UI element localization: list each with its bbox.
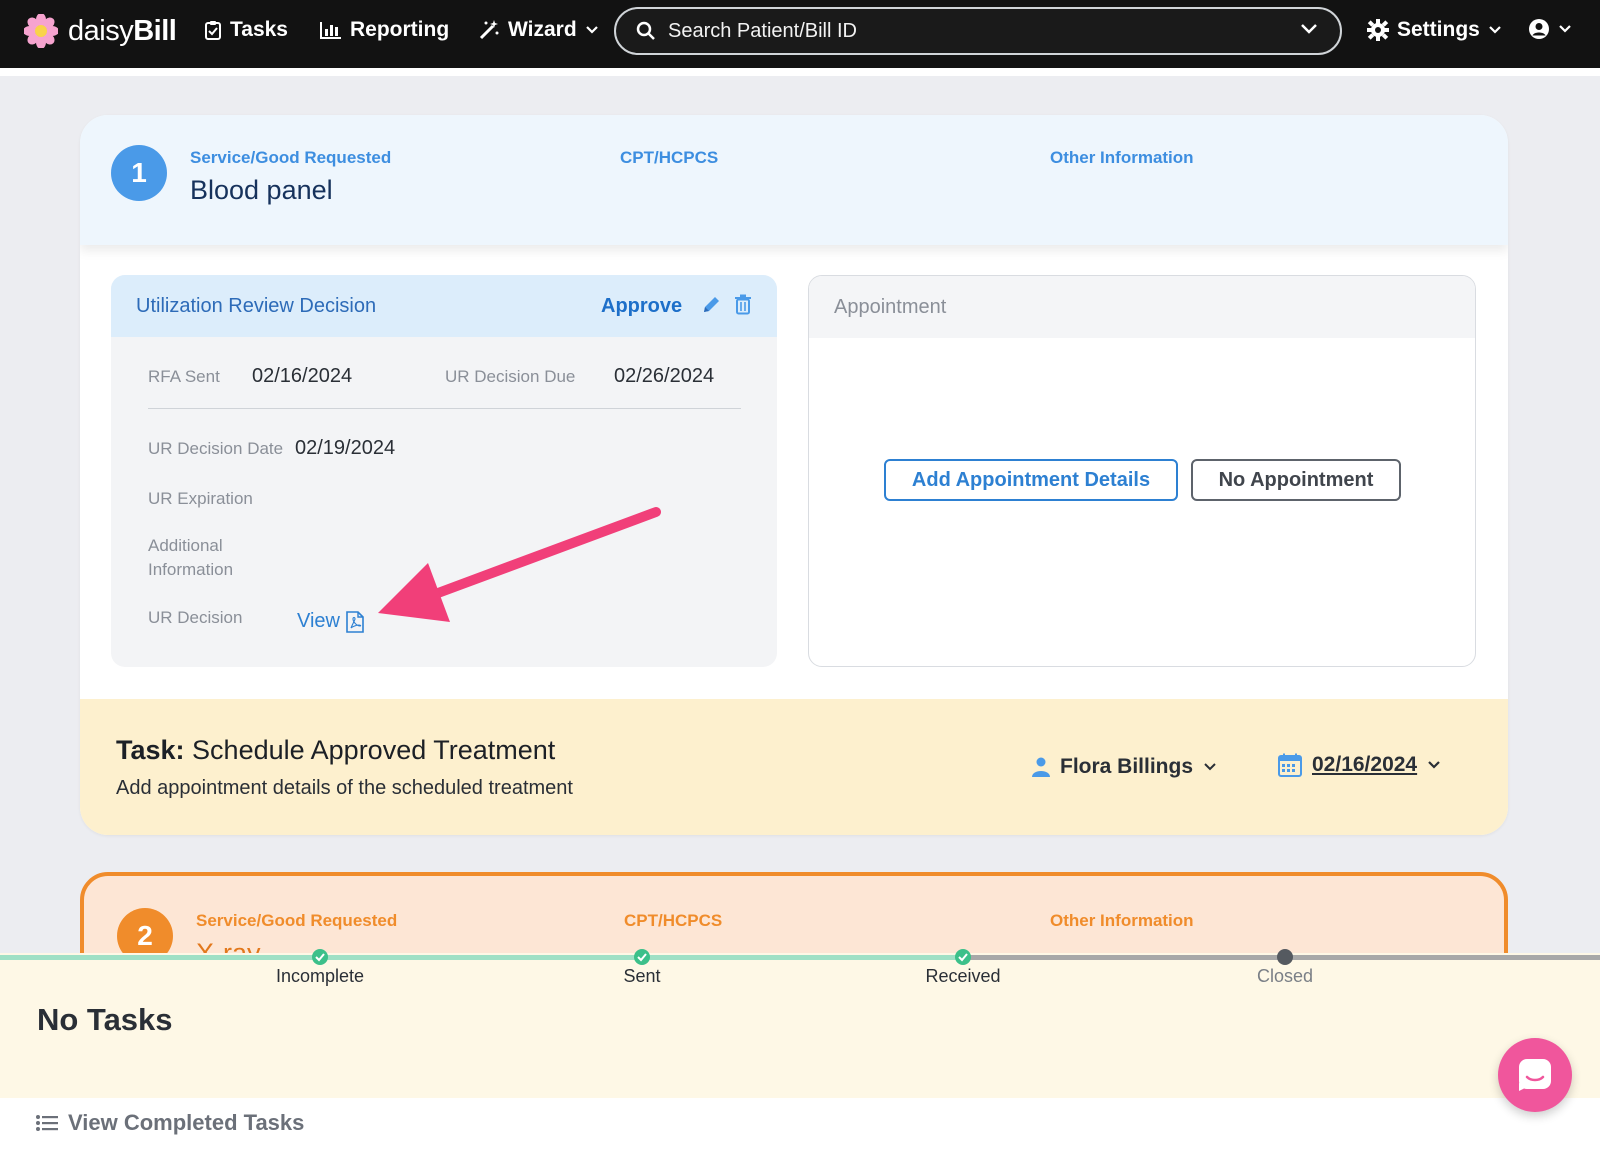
ur-divider xyxy=(148,408,741,409)
rfa-sent-label: RFA Sent xyxy=(148,367,220,386)
task-description: Add appointment details of the scheduled… xyxy=(116,777,573,799)
no-tasks-heading: No Tasks xyxy=(37,1002,173,1037)
ur-decision-date-label: UR Decision Date xyxy=(148,439,284,458)
step-label: Incomplete xyxy=(275,966,365,986)
cpt-hcpcs-label: CPT/HCPCS xyxy=(624,911,723,930)
task-title: Task: Schedule Approved Treatment xyxy=(116,735,555,766)
ur-expiration-label: UR Expiration xyxy=(148,489,253,508)
user-circle-icon xyxy=(1529,19,1549,39)
ur-decision-due-value: 02/26/2024 xyxy=(614,365,715,387)
task-prefix: Task: xyxy=(116,735,185,765)
daisy-flower-icon xyxy=(23,13,59,49)
top-navbar: daisyBill Tasks Reporting Wizard Setting… xyxy=(0,0,1600,68)
step-sent-check-icon xyxy=(634,949,650,965)
view-completed-tasks-label: View Completed Tasks xyxy=(68,1110,305,1135)
task-name: Schedule Approved Treatment xyxy=(192,735,556,765)
bar-chart-icon xyxy=(320,22,341,39)
view-ur-decision-link[interactable]: View xyxy=(297,610,364,633)
task-band: Task: Schedule Approved Treatment Add ap… xyxy=(80,699,1508,835)
task-due-date-dropdown[interactable]: 02/16/2024 xyxy=(1278,753,1441,777)
nav-reporting[interactable]: Reporting xyxy=(320,18,449,42)
task-due-date-value: 02/16/2024 xyxy=(1312,753,1418,776)
ur-panel-header: Utilization Review Decision Approve xyxy=(111,275,777,337)
user-icon xyxy=(1032,757,1050,777)
ur-decision-date-value: 02/19/2024 xyxy=(295,437,396,459)
view-link-label: View xyxy=(297,610,340,632)
pencil-icon xyxy=(704,297,719,312)
pdf-file-icon xyxy=(346,610,364,633)
magic-wand-icon xyxy=(479,20,499,40)
progress-track-complete xyxy=(0,955,963,960)
trash-icon xyxy=(735,294,751,315)
step-label: Received xyxy=(925,966,1001,986)
calendar-icon xyxy=(1278,753,1302,777)
appointment-panel: Appointment Add Appointment Details No A… xyxy=(808,275,1476,667)
patient-search[interactable] xyxy=(614,7,1342,55)
brand-name: daisyBill xyxy=(68,14,177,47)
brand-logo[interactable]: daisyBill xyxy=(23,13,177,49)
additional-information-label-line1: Additional xyxy=(148,536,223,555)
ur-decision-label: UR Decision xyxy=(148,608,243,627)
service-number-badge: 1 xyxy=(111,145,167,201)
delete-ur-button[interactable] xyxy=(734,294,752,320)
search-input[interactable] xyxy=(668,19,1288,43)
nav-wizard-label: Wizard xyxy=(508,18,577,41)
chevron-down-icon xyxy=(1204,763,1216,771)
nav-reporting-label: Reporting xyxy=(350,18,450,41)
gear-icon xyxy=(1367,19,1389,41)
other-information-label: Other Information xyxy=(1050,911,1194,930)
chat-icon xyxy=(1519,1059,1551,1091)
clipboard-check-icon xyxy=(205,21,221,40)
chevron-down-icon[interactable] xyxy=(1300,22,1318,36)
chevron-down-icon xyxy=(1489,26,1501,34)
rfa-sent-value: 02/16/2024 xyxy=(252,365,353,387)
service-good-label: Service/Good Requested xyxy=(196,911,398,930)
step-label: Closed xyxy=(1256,966,1314,986)
view-completed-tasks-link[interactable]: View Completed Tasks xyxy=(36,1110,304,1136)
service-card-1: 1 Service/Good Requested Blood panel CPT… xyxy=(80,115,1508,835)
cpt-hcpcs-label: CPT/HCPCS xyxy=(620,148,719,167)
utilization-review-panel: Utilization Review Decision Approve RFA … xyxy=(111,275,777,667)
step-closed-dot-icon xyxy=(1277,949,1293,965)
ur-decision-status: Approve xyxy=(601,295,683,317)
nav-wizard[interactable]: Wizard xyxy=(478,18,599,42)
no-appointment-button[interactable]: No Appointment xyxy=(1191,459,1401,501)
nav-settings-label: Settings xyxy=(1397,18,1480,41)
service-good-value: Blood panel xyxy=(190,175,333,205)
chat-launcher-button[interactable] xyxy=(1498,1038,1572,1112)
other-information-label: Other Information xyxy=(1050,148,1194,167)
chevron-down-icon xyxy=(585,26,598,34)
nav-settings[interactable]: Settings xyxy=(1367,18,1502,42)
nav-tasks-label: Tasks xyxy=(230,18,288,41)
chevron-down-icon xyxy=(1559,25,1571,33)
chevron-down-icon xyxy=(1428,761,1440,769)
edit-ur-button[interactable] xyxy=(701,295,721,320)
step-incomplete-check-icon xyxy=(312,949,328,965)
appointment-panel-header: Appointment xyxy=(809,276,1475,338)
ur-panel-title: Utilization Review Decision xyxy=(136,295,377,317)
step-received-check-icon xyxy=(955,949,971,965)
task-assignee-dropdown[interactable]: Flora Billings xyxy=(1032,755,1217,779)
add-appointment-details-button[interactable]: Add Appointment Details xyxy=(884,459,1178,501)
nav-tasks[interactable]: Tasks xyxy=(204,18,288,42)
service-card-header: 1 Service/Good Requested Blood panel CPT… xyxy=(80,115,1508,245)
step-label: Sent xyxy=(623,966,661,986)
list-icon xyxy=(36,1115,58,1131)
task-assignee-name: Flora Billings xyxy=(1060,755,1194,778)
search-icon xyxy=(636,21,655,40)
appointment-panel-title: Appointment xyxy=(834,296,947,318)
ur-decision-due-label: UR Decision Due xyxy=(445,367,576,386)
additional-information-label-line2: Information xyxy=(148,560,234,579)
user-menu[interactable] xyxy=(1528,18,1572,40)
service-good-label: Service/Good Requested xyxy=(190,148,392,167)
